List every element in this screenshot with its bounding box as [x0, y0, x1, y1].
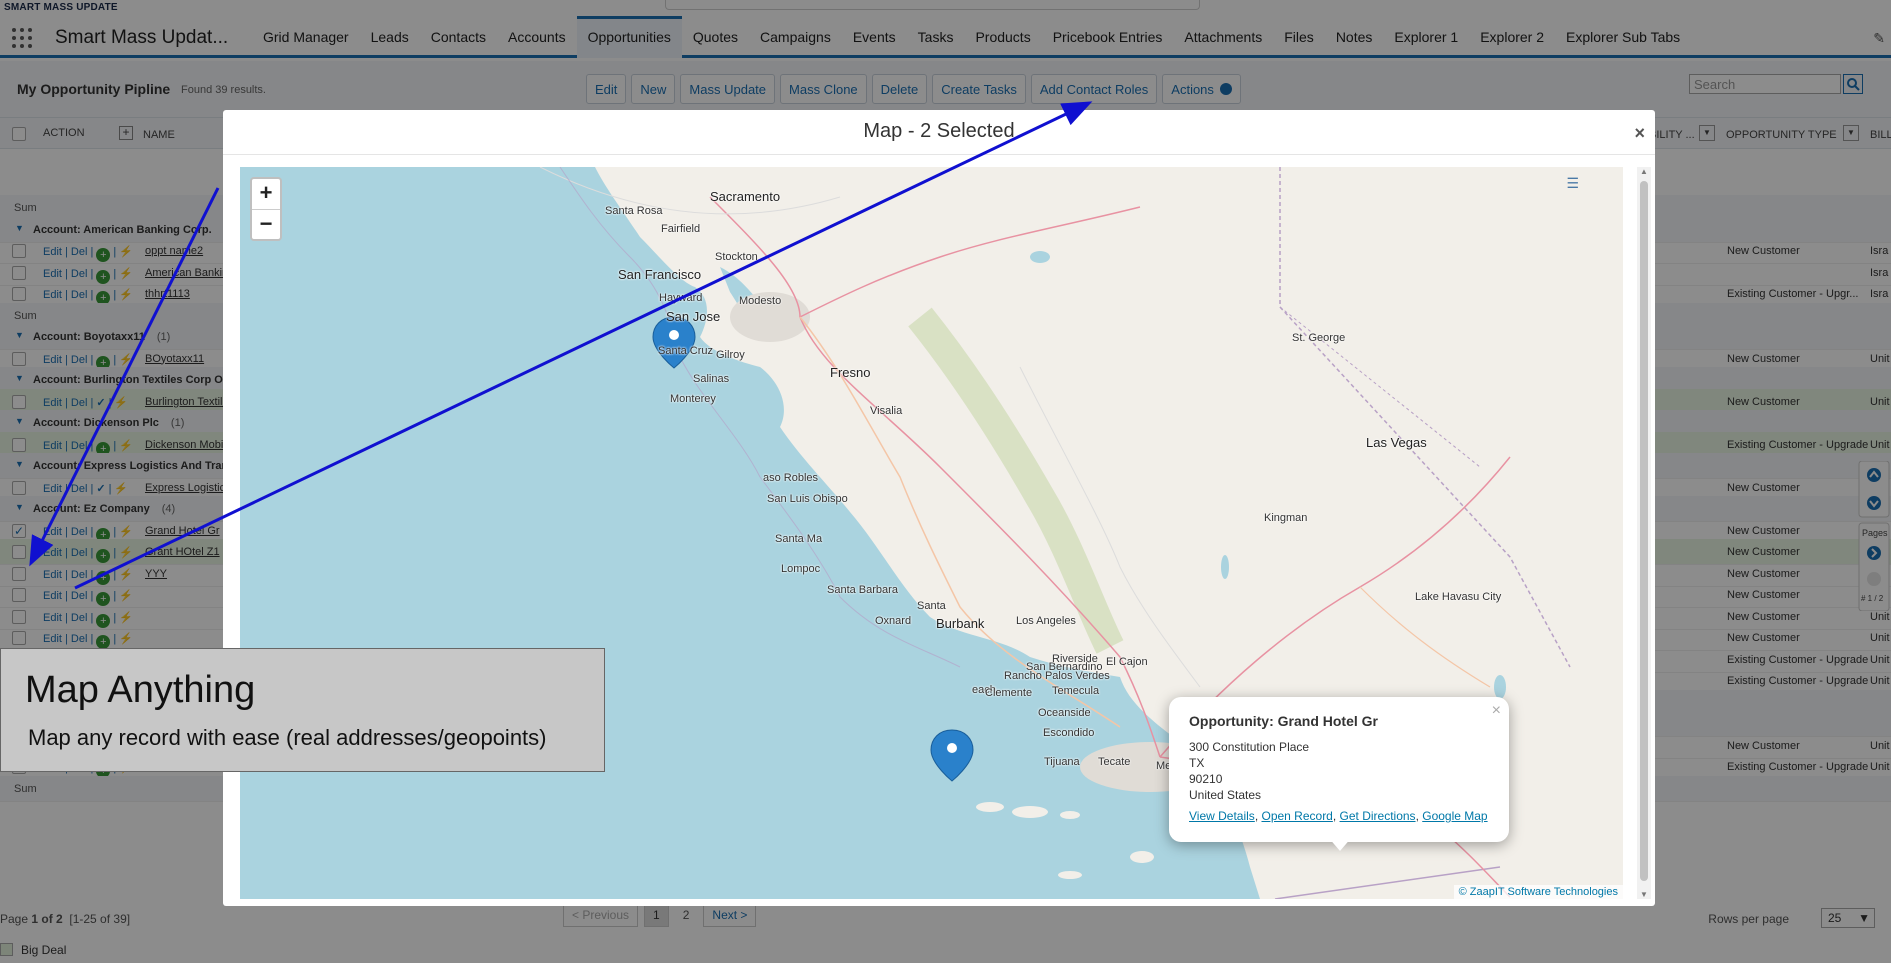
annotation-arrows [29, 101, 1093, 590]
callout-title: Map Anything [25, 669, 256, 711]
arrow-to-checkbox [29, 187, 220, 567]
callout-subtitle: Map any record with ease (real addresses… [28, 725, 547, 750]
arrow-to-actions [74, 101, 1093, 590]
feature-callout: Map Anything Map any record with ease (r… [0, 648, 605, 772]
